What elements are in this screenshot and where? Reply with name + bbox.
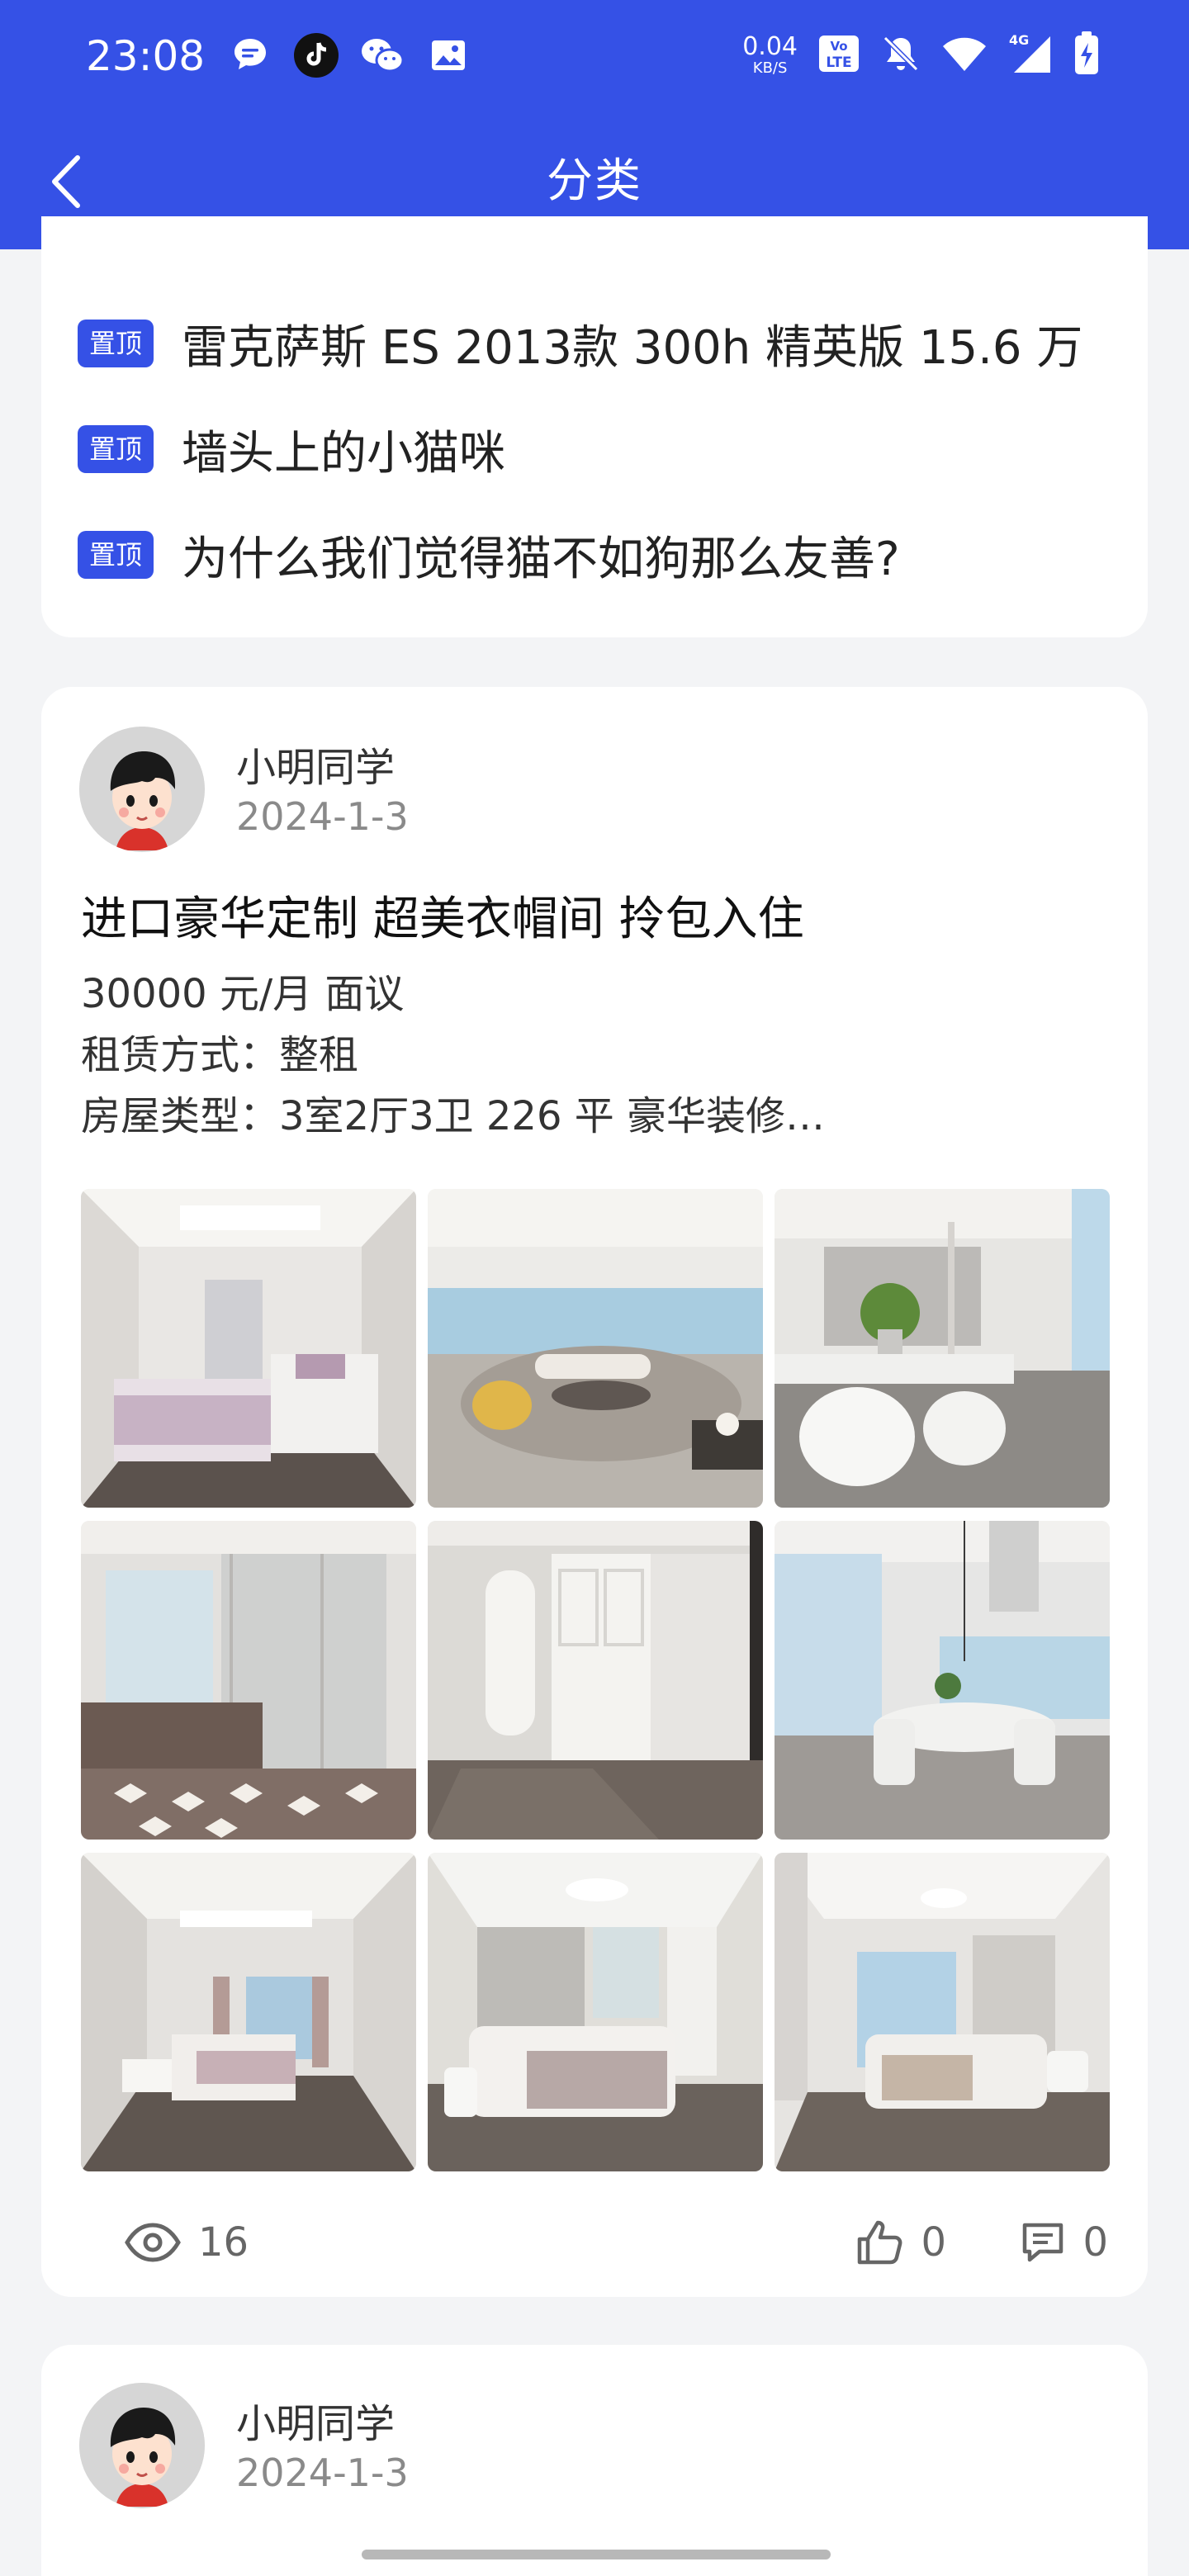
comment-count: 0: [1082, 2219, 1108, 2266]
thumbs-up-icon: [858, 2220, 902, 2265]
message-icon: [228, 33, 272, 78]
comment-icon: [1023, 2223, 1063, 2262]
pinned-post-title: 墙头上的小猫咪: [182, 426, 506, 481]
pinned-post-item[interactable]: 置顶 雷克萨斯 ES 2013款 300h 精英版 15.6 万: [78, 310, 1082, 376]
post-photo[interactable]: [428, 1189, 763, 1508]
post-photo[interactable]: [81, 1521, 416, 1840]
mute-bell-icon: [880, 33, 921, 78]
battery-charging-icon: [1073, 31, 1100, 79]
post-date: 2024-1-3: [236, 794, 409, 839]
pinned-post-item[interactable]: 置顶 为什么我们觉得猫不如狗那么友善?: [78, 522, 900, 588]
post-photo[interactable]: [81, 1189, 416, 1508]
gallery-icon: [426, 33, 471, 78]
comment-button[interactable]: 0: [1020, 2219, 1108, 2266]
post-house-type: 房屋类型：3室2厅3卫 226 平 豪华装修…: [81, 1093, 826, 1139]
post-photo[interactable]: [428, 1853, 763, 2171]
status-bar: 23:08 0.04 KB/S Vo LTE 4G: [0, 0, 1189, 116]
cartoon-boy-avatar: [79, 2383, 205, 2508]
system-status-icons: 0.04 KB/S Vo LTE 4G: [742, 31, 1100, 79]
svg-text:Vo: Vo: [830, 39, 847, 54]
post-rent-type: 租赁方式：整租: [81, 1032, 359, 1078]
author-name[interactable]: 小明同学: [236, 2391, 395, 2449]
pinned-post-title: 为什么我们觉得猫不如狗那么友善?: [182, 532, 900, 586]
post-photo[interactable]: [775, 1189, 1110, 1508]
like-count: 0: [921, 2219, 946, 2266]
network-speed: 0.04 KB/S: [742, 32, 798, 77]
like-button[interactable]: 0: [856, 2219, 946, 2266]
wechat-icon: [360, 33, 405, 78]
svg-text:4G: 4G: [1009, 33, 1029, 48]
avatar[interactable]: [79, 727, 205, 852]
pinned-badge: 置顶: [78, 531, 154, 579]
wifi-icon: [941, 35, 988, 76]
volte-icon: Vo LTE: [817, 34, 860, 77]
cellular-signal-icon: 4G: [1007, 32, 1054, 78]
photo-grid: [81, 1189, 1110, 2171]
post-stats-bar: [124, 2223, 1108, 2285]
view-count-value: 16: [198, 2219, 249, 2266]
notification-icons: [228, 33, 471, 78]
post-photo[interactable]: [775, 1521, 1110, 1840]
author-name[interactable]: 小明同学: [236, 735, 395, 793]
pinned-posts-card: 置顶 雷克萨斯 ES 2013款 300h 精英版 15.6 万 置顶 墙头上的…: [41, 216, 1148, 637]
app-header: 23:08 0.04 KB/S Vo LTE 4G 分类: [0, 0, 1189, 249]
pinned-badge: 置顶: [78, 320, 154, 367]
pinned-post-item[interactable]: 置顶 墙头上的小猫咪: [78, 416, 505, 482]
pinned-badge: 置顶: [78, 425, 154, 473]
status-time: 23:08: [86, 32, 206, 80]
post-photo[interactable]: [775, 1853, 1110, 2171]
page-title: 分类: [547, 154, 642, 208]
post-card[interactable]: 小明同学 2024-1-3: [41, 2345, 1148, 2576]
eye-icon: [125, 2223, 181, 2262]
cartoon-boy-avatar: [79, 727, 205, 852]
post-photo[interactable]: [428, 1521, 763, 1840]
post-photo[interactable]: [81, 1853, 416, 2171]
post-date: 2024-1-3: [236, 2451, 409, 2495]
avatar[interactable]: [79, 2383, 205, 2508]
tiktok-icon: [294, 33, 339, 78]
home-indicator[interactable]: [362, 2550, 831, 2559]
pinned-post-title: 雷克萨斯 ES 2013款 300h 精英版 15.6 万: [182, 320, 1083, 375]
view-count: 16: [124, 2219, 249, 2266]
post-title[interactable]: 进口豪华定制 超美衣帽间 拎包入住: [81, 882, 804, 949]
svg-text:LTE: LTE: [826, 54, 851, 71]
post-card[interactable]: 小明同学 2024-1-3 进口豪华定制 超美衣帽间 拎包入住 30000 元/…: [41, 687, 1148, 2297]
post-price: 30000 元/月 面议: [81, 971, 405, 1017]
